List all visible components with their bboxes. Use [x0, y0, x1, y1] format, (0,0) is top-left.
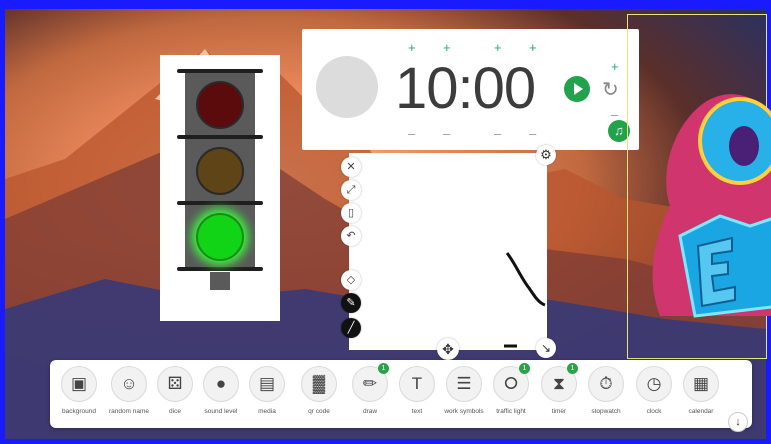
- qr-code-icon[interactable]: ▓: [301, 366, 337, 402]
- dice-icon[interactable]: ⚄: [157, 366, 193, 402]
- scroll-down-icon[interactable]: ↓: [728, 412, 748, 432]
- toolbar-item-work-symbols[interactable]: ☰ work symbols: [440, 366, 488, 415]
- toolbar-item-label: background: [62, 408, 96, 415]
- toolbar-item-dice[interactable]: ⚄ dice: [151, 366, 199, 415]
- toolbar-item-label: dice: [169, 408, 181, 415]
- hours-units-decrement[interactable]: –: [443, 126, 450, 141]
- traffic-light-divider: [177, 69, 263, 73]
- gear-icon[interactable]: ⚙: [536, 145, 556, 165]
- media-icon-glyph: ▤: [258, 374, 276, 393]
- count-badge: 1: [567, 363, 578, 374]
- toolbar-item-label: calendar: [688, 408, 714, 415]
- widget-toolbar: ▣ background ☺ random name ⚄ dice ● sound level…: [50, 360, 752, 428]
- count-badge: 1: [378, 363, 389, 374]
- toolbar-item-media[interactable]: ▤ media: [243, 366, 291, 415]
- eraser-icon[interactable]: ◇: [341, 270, 361, 290]
- drawn-stroke: [504, 252, 546, 348]
- timer-display: 10:00: [395, 56, 536, 121]
- yellow-lamp[interactable]: [196, 147, 244, 195]
- media-icon[interactable]: ▤: [249, 366, 285, 402]
- traffic-light-base: [210, 272, 230, 290]
- toolbar-item-background[interactable]: ▣ background: [55, 366, 103, 415]
- toolbar-item-label: draw: [362, 408, 378, 415]
- hours-tens-decrement[interactable]: –: [408, 126, 415, 141]
- toolbar-item-text[interactable]: Ttext: [393, 366, 441, 415]
- dice-icon-glyph: ⚄: [167, 374, 183, 393]
- sticker-graphic[interactable]: [640, 86, 771, 336]
- image-icon[interactable]: ▣: [61, 366, 97, 402]
- toolbar-item-clock[interactable]: ◷ clock: [630, 366, 678, 415]
- expand-icon[interactable]: ⤢: [341, 180, 361, 200]
- toolbar-item-timer[interactable]: ⧗ 1 timer: [535, 363, 583, 415]
- stopwatch-icon[interactable]: ⏱: [588, 366, 624, 402]
- toolbar-item-random-name[interactable]: ☺ random name: [105, 366, 153, 415]
- work-symbols-icon[interactable]: ☰: [446, 366, 482, 402]
- red-lamp[interactable]: [196, 81, 244, 129]
- traffic-light-icon[interactable]: ⭘ 1: [493, 363, 530, 402]
- traffic-light-widget[interactable]: [160, 55, 280, 321]
- qr-code-icon-glyph: ▓: [312, 374, 326, 393]
- toolbar-item-label: traffic light: [496, 408, 526, 415]
- count-badge: 1: [519, 363, 530, 374]
- traffic-light-divider: [177, 135, 263, 139]
- work-symbols-icon-glyph: ☰: [456, 374, 472, 393]
- toolbar-item-label: qr code: [308, 408, 330, 415]
- minutes-units-increment[interactable]: +: [529, 40, 537, 55]
- toolbar-item-stopwatch[interactable]: ⏱ stopwatch: [582, 366, 630, 415]
- toolbar-item-label: text: [411, 408, 423, 415]
- hourglass-icon[interactable]: ⧗ 1: [541, 363, 578, 402]
- text-icon[interactable]: T: [399, 366, 435, 402]
- clock-icon[interactable]: ◷: [636, 366, 672, 402]
- toolbar-item-calendar[interactable]: ▦ calendar: [677, 366, 725, 415]
- play-icon[interactable]: [564, 76, 590, 102]
- toolbar-item-sound-level[interactable]: ● sound level: [197, 366, 245, 415]
- extra-increment[interactable]: +: [611, 59, 619, 74]
- microphone-icon-glyph: ●: [215, 374, 227, 393]
- pencil-icon-glyph: ✏: [362, 374, 378, 393]
- microphone-icon[interactable]: ●: [203, 366, 239, 402]
- toolbar-item-label: timer: [551, 408, 567, 415]
- drawing-canvas[interactable]: [349, 153, 547, 350]
- toolbar-item-draw[interactable]: ✏ 1 draw: [346, 363, 394, 415]
- traffic-light-icon-glyph: ⭘: [504, 374, 518, 393]
- toolbar-item-qr-code[interactable]: ▓ qr code: [295, 366, 343, 415]
- traffic-light-divider: [177, 201, 263, 205]
- minutes-tens-increment[interactable]: +: [494, 40, 502, 55]
- resize-icon[interactable]: ↘: [536, 338, 556, 358]
- toolbar-item-label: sound level: [204, 408, 238, 415]
- hours-tens-increment[interactable]: +: [408, 40, 416, 55]
- green-lamp[interactable]: [196, 213, 244, 261]
- toolbar-item-traffic-light[interactable]: ⭘ 1 traffic light: [487, 363, 535, 415]
- hours-units-increment[interactable]: +: [443, 40, 451, 55]
- calendar-icon[interactable]: ▦: [683, 366, 719, 402]
- timer-progress-circle: [316, 56, 378, 118]
- close-icon[interactable]: ✕: [341, 157, 361, 177]
- image-icon-glyph: ▣: [70, 374, 88, 393]
- delete-icon[interactable]: ▯: [341, 203, 361, 223]
- traffic-light-divider: [177, 267, 263, 271]
- line-icon[interactable]: ╱: [341, 318, 361, 338]
- calendar-icon-glyph: ▦: [692, 374, 710, 393]
- toolbar-item-label: media: [258, 408, 276, 415]
- stopwatch-icon-glyph: ⏱: [599, 374, 613, 393]
- reset-icon[interactable]: ↻: [602, 77, 619, 102]
- undo-icon[interactable]: ↶: [341, 226, 361, 246]
- person-icon[interactable]: ☺: [111, 366, 147, 402]
- move-icon[interactable]: ✥: [437, 338, 459, 360]
- pen-icon[interactable]: ✎: [341, 293, 361, 313]
- toolbar-item-label: stopwatch: [591, 408, 621, 415]
- hourglass-icon-glyph: ⧗: [553, 374, 565, 393]
- minutes-tens-decrement[interactable]: –: [494, 126, 501, 141]
- toolbar-item-label: clock: [646, 408, 662, 415]
- minutes-units-decrement[interactable]: –: [529, 126, 536, 141]
- timer-widget: + + + + + 10:00 – – – – – ↻ ♫: [302, 29, 639, 150]
- toolbar-item-label: random name: [108, 408, 150, 415]
- pencil-icon[interactable]: ✏ 1: [352, 363, 389, 402]
- clock-icon-glyph: ◷: [646, 374, 662, 393]
- toolbar-item-label: work symbols: [444, 408, 484, 415]
- person-icon-glyph: ☺: [120, 374, 138, 393]
- text-icon-glyph: T: [411, 374, 423, 393]
